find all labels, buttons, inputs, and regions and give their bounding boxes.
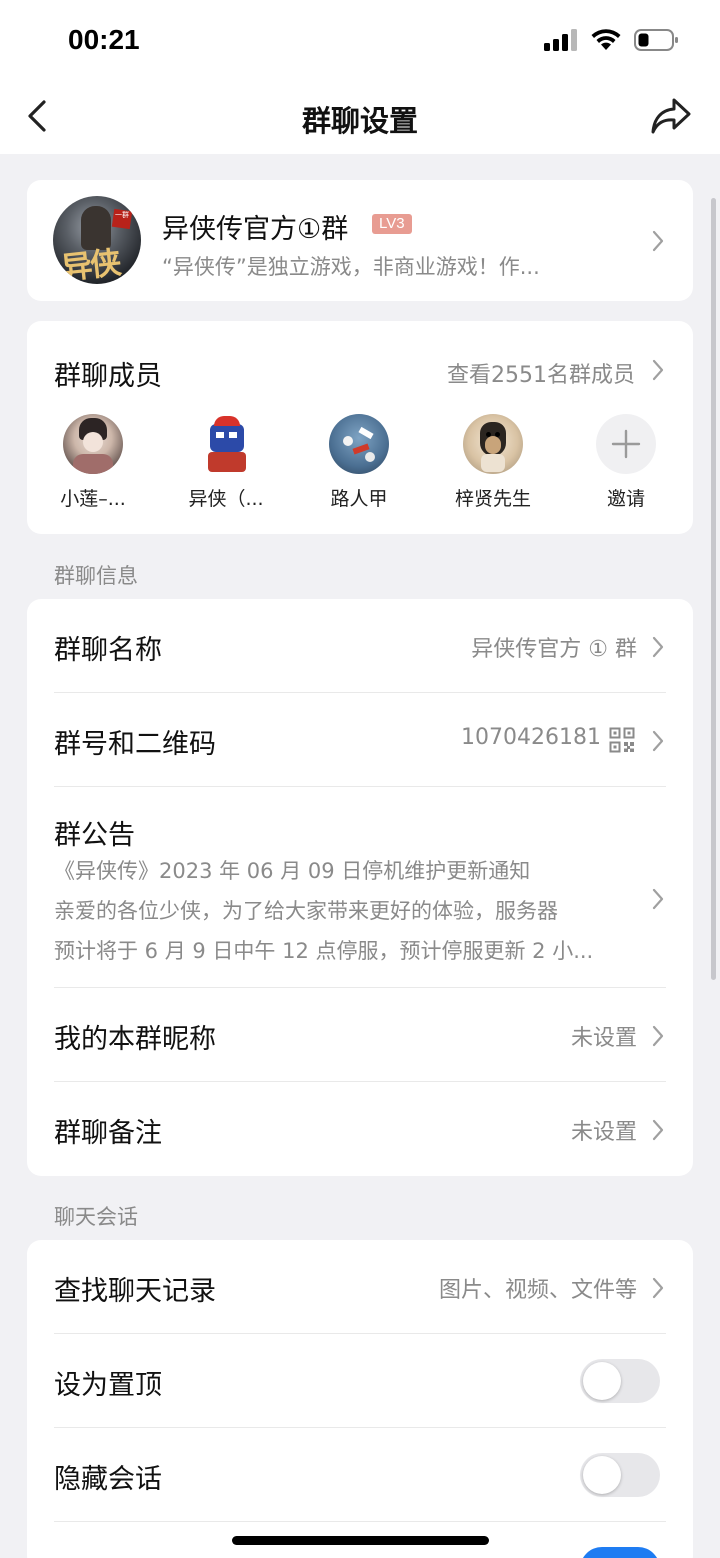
chevron-right-icon <box>652 1025 664 1047</box>
toggle-knob <box>583 1362 621 1400</box>
status-icons <box>544 28 680 52</box>
wifi-icon <box>591 29 621 50</box>
group-name-row[interactable]: 群聊名称 异侠传官方 ① 群 <box>54 599 693 693</box>
my-nickname-label: 我的本群昵称 <box>54 1024 216 1055</box>
chevron-right-icon <box>652 1119 664 1141</box>
share-icon[interactable] <box>650 96 692 136</box>
chevron-right-icon <box>652 230 664 252</box>
status-time: 00:21 <box>68 24 140 55</box>
chevron-right-icon <box>652 636 664 658</box>
group-notice-label: 群公告 <box>54 820 135 851</box>
hide-chat-row: 隐藏会话 <box>54 1428 693 1522</box>
pin-chat-row: 设为置顶 <box>54 1334 693 1428</box>
cellular-signal-icon <box>544 29 577 51</box>
status-bar: 00:21 <box>0 0 720 78</box>
qr-code-icon <box>609 727 635 753</box>
member-name: 异侠（... <box>188 488 264 510</box>
member-avatar <box>63 414 123 474</box>
view-all-members-link[interactable]: 查看2551名群成员 <box>447 357 635 389</box>
group-info-card: 群聊名称 异侠传官方 ① 群 群号和二维码 1070426181 群公告 《异侠… <box>27 599 693 1176</box>
group-name-label: 群聊名称 <box>54 635 162 666</box>
hide-chat-toggle[interactable] <box>580 1453 660 1497</box>
pin-chat-toggle[interactable] <box>580 1359 660 1403</box>
members-card: 群聊成员 查看2551名群成员 小莲–... 异侠（... 路人甲 梓贤先生 邀… <box>27 321 693 534</box>
partially-visible-toggle[interactable] <box>580 1547 660 1558</box>
member-item[interactable]: 路人甲 <box>309 414 409 511</box>
group-notice-row[interactable]: 群公告 《异侠传》2023 年 06 月 09 日停机维护更新通知 亲爱的各位少… <box>54 787 693 988</box>
member-item[interactable]: 梓贤先生 <box>443 414 543 511</box>
plus-icon <box>596 414 656 474</box>
group-profile-card[interactable]: 一群 异侠 异侠传官方①群 LV3 “异侠传”是独立游戏，非商业游戏！作... <box>27 180 693 301</box>
section-header-group-info: 群聊信息 <box>54 564 138 588</box>
member-name: 梓贤先生 <box>454 488 531 510</box>
group-notice-line: 《异侠传》2023 年 06 月 09 日停机维护更新通知 <box>54 859 531 883</box>
invite-label: 邀请 <box>606 488 645 510</box>
hide-chat-label: 隐藏会话 <box>54 1464 162 1495</box>
group-notice-line: 预计将于 6 月 9 日中午 12 点停服，预计停服更新 2 小... <box>54 939 594 963</box>
group-notice-line: 亲爱的各位少侠，为了给大家带来更好的体验，服务器 <box>54 899 558 923</box>
group-id-label: 群号和二维码 <box>54 729 216 760</box>
group-level-badge: LV3 <box>372 214 412 234</box>
search-history-row[interactable]: 查找聊天记录 图片、视频、文件等 <box>54 1240 693 1334</box>
chevron-right-icon <box>652 730 664 752</box>
member-avatar <box>196 414 256 474</box>
search-history-label: 查找聊天记录 <box>54 1276 216 1307</box>
group-remark-row[interactable]: 群聊备注 未设置 <box>54 1082 693 1176</box>
toggle-knob <box>583 1456 621 1494</box>
invite-button[interactable]: 邀请 <box>576 414 676 511</box>
group-remark-value: 未设置 <box>570 1120 637 1145</box>
home-indicator <box>232 1536 489 1545</box>
group-remark-label: 群聊备注 <box>54 1118 162 1149</box>
group-name: 异侠传官方①群 <box>162 214 349 245</box>
member-item[interactable]: 异侠（... <box>176 414 276 511</box>
page-title: 群聊设置 <box>301 104 418 138</box>
chat-session-card: 查找聊天记录 图片、视频、文件等 设为置顶 隐藏会话 <box>27 1240 693 1558</box>
members-title: 群聊成员 <box>54 361 162 392</box>
member-avatar <box>463 414 523 474</box>
member-name: 路人甲 <box>330 488 388 510</box>
group-avatar: 一群 异侠 <box>53 196 141 284</box>
group-name-value: 异侠传官方 ① 群 <box>471 637 637 662</box>
chevron-right-icon <box>652 359 664 381</box>
group-avatar-text: 异侠 <box>59 245 122 284</box>
group-avatar-badge-text: 一群 <box>115 211 129 219</box>
member-item[interactable]: 小莲–... <box>43 414 143 511</box>
member-name: 小莲–... <box>60 488 126 510</box>
chevron-right-icon <box>652 1277 664 1299</box>
section-header-chat-session: 聊天会话 <box>54 1205 138 1229</box>
member-avatar <box>329 414 389 474</box>
pin-chat-label: 设为置顶 <box>54 1370 162 1401</box>
group-description: “异侠传”是独立游戏，非商业游戏！作... <box>162 255 540 279</box>
my-nickname-row[interactable]: 我的本群昵称 未设置 <box>54 988 693 1082</box>
chevron-right-icon <box>652 888 664 910</box>
group-id-row[interactable]: 群号和二维码 1070426181 <box>54 693 693 787</box>
group-id-value: 1070426181 <box>461 725 601 750</box>
my-nickname-value: 未设置 <box>570 1026 637 1051</box>
navigation-bar: 群聊设置 <box>0 78 720 154</box>
battery-icon <box>634 29 678 51</box>
search-history-value: 图片、视频、文件等 <box>438 1278 637 1303</box>
scrollbar[interactable] <box>711 198 716 980</box>
